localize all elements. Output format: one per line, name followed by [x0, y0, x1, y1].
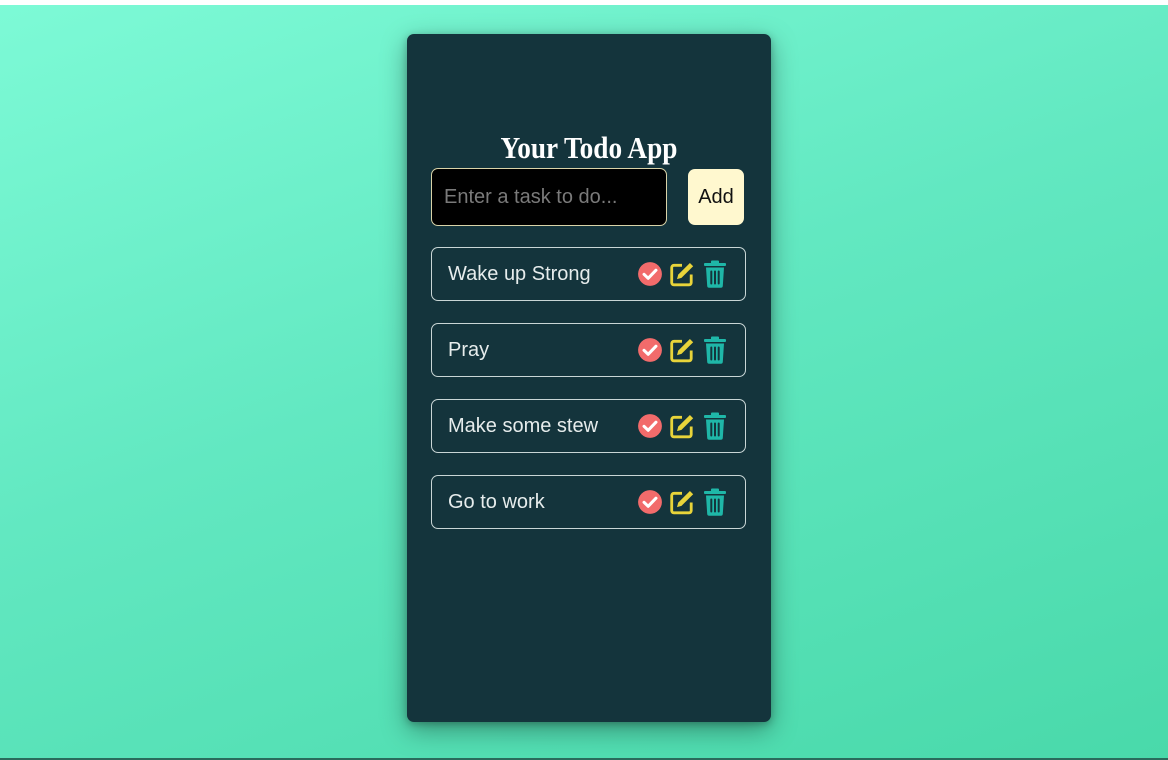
todo-item: Wake up Strong	[431, 247, 746, 301]
task-input[interactable]	[431, 168, 667, 226]
check-circle-icon[interactable]	[637, 260, 663, 288]
check-circle-icon[interactable]	[637, 488, 663, 516]
app-title: Your Todo App	[500, 130, 678, 165]
todo-text: Make some stew	[448, 415, 599, 437]
check-circle-icon[interactable]	[637, 412, 663, 440]
todo-item: Make some stew	[431, 399, 746, 453]
edit-icon[interactable]	[669, 412, 695, 440]
todo-item: Go to work	[431, 475, 746, 529]
todo-card: Your Todo App Add Wake up Strong Pray Ma…	[407, 34, 771, 722]
todo-text: Pray	[448, 339, 490, 361]
todo-text: Wake up Strong	[448, 263, 591, 285]
add-button[interactable]: Add	[688, 169, 744, 225]
todo-text: Go to work	[448, 491, 545, 513]
edit-icon[interactable]	[669, 488, 695, 516]
edit-icon[interactable]	[669, 336, 695, 364]
todo-item: Pray	[431, 323, 746, 377]
trash-icon[interactable]	[703, 260, 727, 288]
trash-icon[interactable]	[703, 412, 727, 440]
edit-icon[interactable]	[669, 260, 695, 288]
trash-icon[interactable]	[703, 488, 727, 516]
trash-icon[interactable]	[703, 336, 727, 364]
check-circle-icon[interactable]	[637, 336, 663, 364]
